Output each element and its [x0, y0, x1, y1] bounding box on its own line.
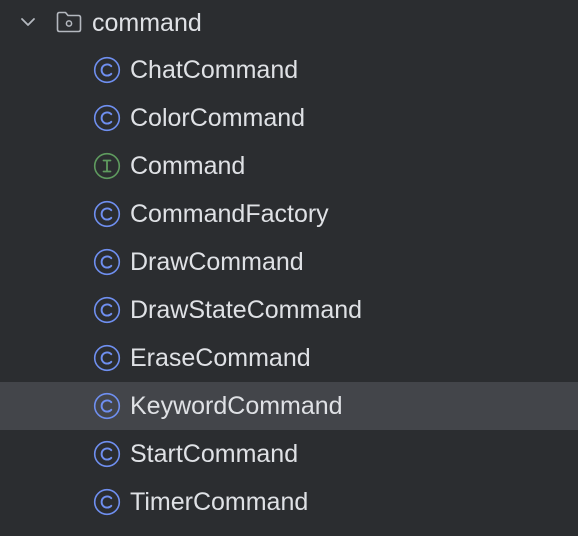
tree-item-chatcommand[interactable]: ChatCommand [0, 46, 578, 94]
tree-item-timercommand[interactable]: TimerCommand [0, 478, 578, 526]
chevron-down-icon[interactable] [18, 12, 38, 32]
tree-item-command[interactable]: Command [0, 142, 578, 190]
class-icon [93, 200, 121, 228]
tree-item-label: Command [130, 152, 246, 180]
tree-item-label: CommandFactory [130, 200, 329, 228]
class-icon [93, 56, 121, 84]
project-tree: command ChatCommand ColorCommand Command Co… [0, 0, 578, 536]
tree-item-erasecommand[interactable]: EraseCommand [0, 334, 578, 382]
interface-icon [93, 152, 121, 180]
tree-item-label: StartCommand [130, 440, 299, 468]
tree-item-startcommand[interactable]: StartCommand [0, 430, 578, 478]
tree-item-label: TimerCommand [130, 488, 309, 516]
class-icon [93, 248, 121, 276]
class-icon [93, 104, 121, 132]
class-icon [93, 392, 121, 420]
folder-label: command [92, 9, 202, 37]
tree-item-keywordcommand[interactable]: KeywordCommand [0, 382, 578, 430]
tree-item-drawstatecommand[interactable]: DrawStateCommand [0, 286, 578, 334]
package-folder-icon [56, 11, 82, 33]
class-icon [93, 344, 121, 372]
tree-item-colorcommand[interactable]: ColorCommand [0, 94, 578, 142]
folder-row-command[interactable]: command [0, 0, 578, 46]
tree-item-label: EraseCommand [130, 344, 311, 372]
tree-item-label: DrawCommand [130, 248, 304, 276]
class-icon [93, 488, 121, 516]
tree-item-label: DrawStateCommand [130, 296, 363, 324]
tree-item-commandfactory[interactable]: CommandFactory [0, 190, 578, 238]
tree-item-label: ChatCommand [130, 56, 299, 84]
tree-item-label: KeywordCommand [130, 392, 343, 420]
tree-item-drawcommand[interactable]: DrawCommand [0, 238, 578, 286]
class-icon [93, 440, 121, 468]
tree-item-label: ColorCommand [130, 104, 306, 132]
class-icon [93, 296, 121, 324]
